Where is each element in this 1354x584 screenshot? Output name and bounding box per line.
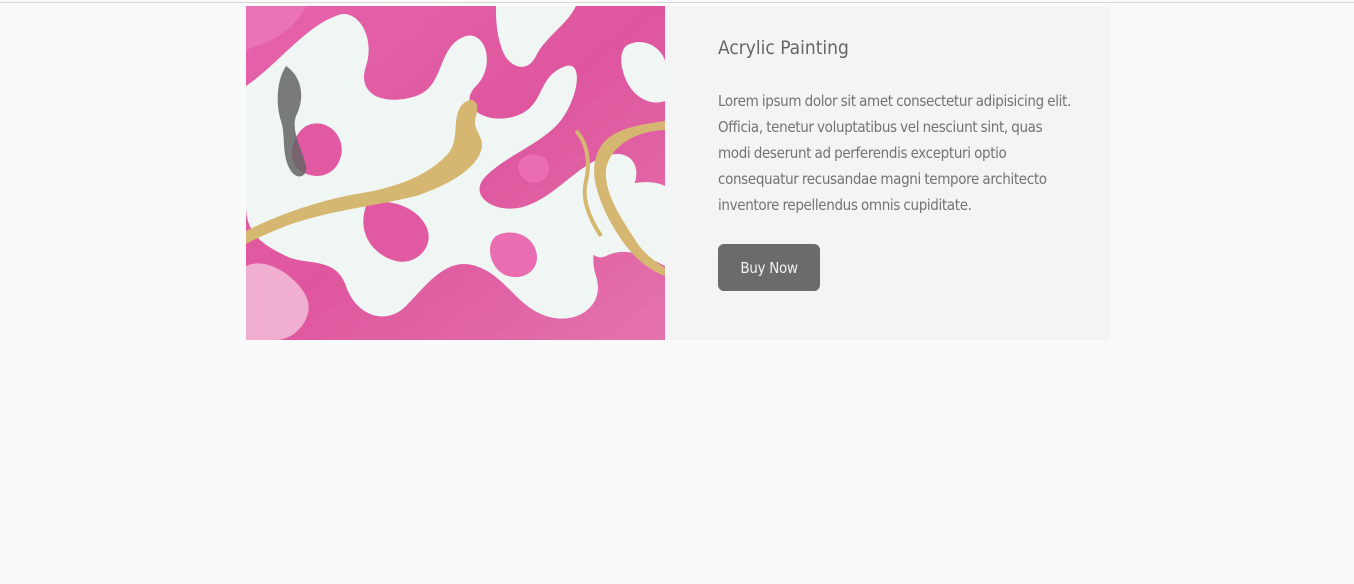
product-image <box>246 6 665 340</box>
marble-painting-image <box>246 6 665 340</box>
product-info: Acrylic Painting Lorem ipsum dolor sit a… <box>665 6 1110 340</box>
product-title: Acrylic Painting <box>718 37 849 59</box>
top-divider <box>0 0 1354 3</box>
product-description: Lorem ipsum dolor sit amet consectetur a… <box>718 92 1071 214</box>
buy-now-button[interactable]: Buy Now <box>718 244 820 291</box>
product-card: Acrylic Painting Lorem ipsum dolor sit a… <box>246 6 1110 340</box>
